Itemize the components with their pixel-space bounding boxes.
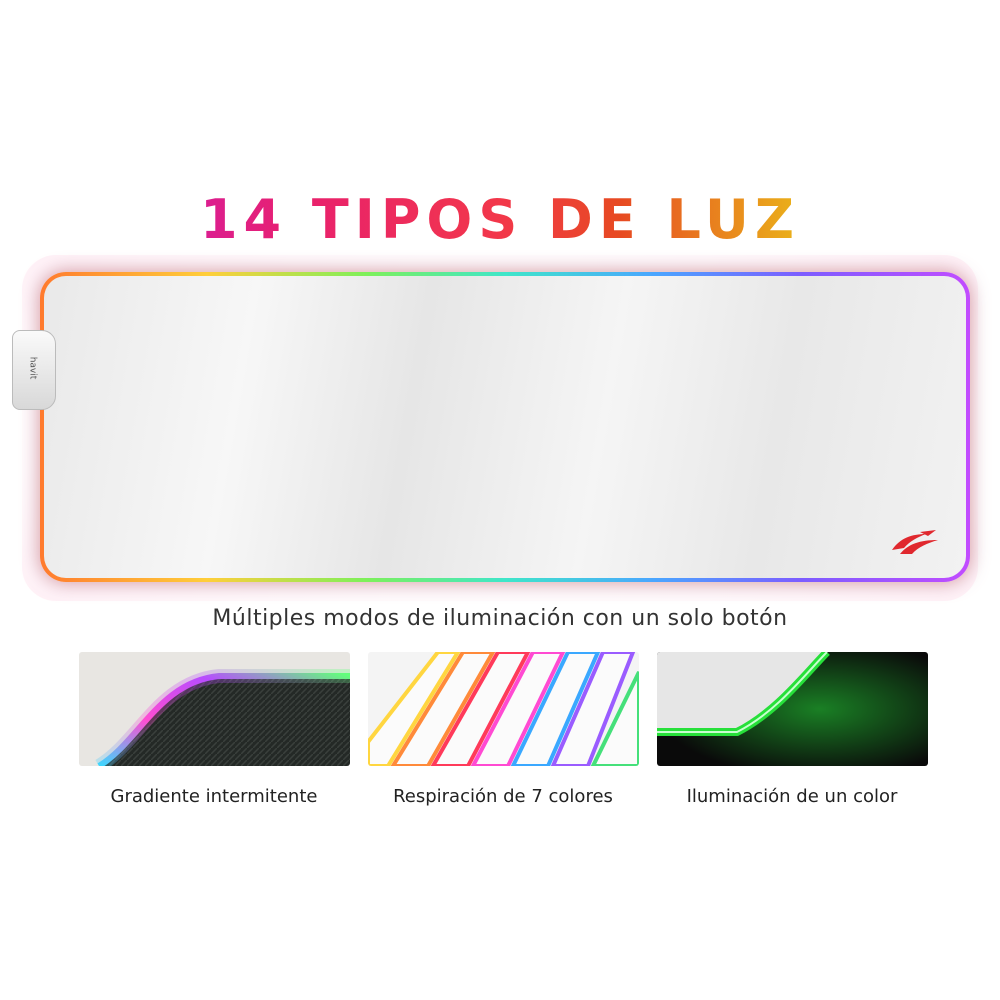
mode-image-single-color <box>657 652 928 766</box>
mode-image-gradient <box>79 652 350 766</box>
caption-breathing: Respiración de 7 colores <box>393 786 613 807</box>
mode-image-breathing <box>368 652 639 766</box>
headline: 14 TIPOS DE LUZ <box>0 188 1000 251</box>
subtitle: Múltiples modos de iluminación con un so… <box>212 606 788 631</box>
usb-connector: havit <box>12 330 56 410</box>
connector-brand-text: havit <box>27 356 38 380</box>
caption-single-color: Iluminación de un color <box>686 786 898 807</box>
caption-gradient: Gradiente intermitente <box>110 786 318 807</box>
havit-logo-icon <box>892 530 938 554</box>
mousepad <box>40 272 970 582</box>
mousepad-surface <box>44 276 966 578</box>
